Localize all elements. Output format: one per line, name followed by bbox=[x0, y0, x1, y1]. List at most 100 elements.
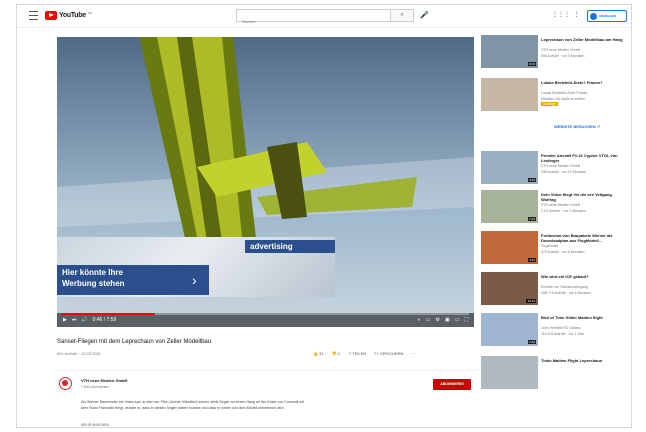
next-icon[interactable]: ⏭ bbox=[72, 317, 77, 323]
theater-icon[interactable]: ▭ bbox=[455, 317, 460, 323]
share-label: TEILEN bbox=[352, 351, 367, 356]
visit-website-button[interactable]: WEBSITE BESUCHEN ↗ bbox=[554, 124, 600, 129]
progress-fill bbox=[61, 313, 155, 315]
sidebar-channel-name: VTH neue Medien GmbH bbox=[541, 48, 581, 52]
fullscreen-icon[interactable]: ⛶ bbox=[464, 317, 468, 323]
settings-icon[interactable]: ⚙ bbox=[436, 317, 440, 323]
sidebar-video-views: 696 Aufrufe · vor 5 Monaten bbox=[541, 54, 585, 58]
more-icon[interactable]: ⋯ bbox=[411, 351, 415, 356]
search-icon[interactable]: ⌕ bbox=[390, 10, 413, 21]
video-thumbnail[interactable] bbox=[481, 78, 538, 111]
logo-text: YouTube bbox=[59, 12, 86, 19]
miniplayer-icon[interactable]: ▣ bbox=[445, 317, 450, 323]
sidebar-video-title[interactable]: Wie wird ein ICE gebaut? bbox=[541, 274, 623, 279]
duration-badge: 6:03 bbox=[528, 62, 536, 66]
sidebar-channel-name: VTH neue Medien GmbH bbox=[541, 203, 581, 207]
sidebar-video-item[interactable]: 4:12 Fortissimo von Baupakete Werner als … bbox=[479, 229, 629, 271]
sidebar-video-item[interactable]: 6:03 Leprechaun von Zeller Modellbau am H… bbox=[479, 33, 629, 75]
ad-text-box: Hier könnte Ihre Werbung stehen bbox=[57, 265, 209, 295]
dislike-button[interactable]: 👎 0 bbox=[332, 351, 340, 356]
video-thumbnail[interactable]: 3:42 bbox=[481, 151, 538, 184]
share-button[interactable]: ↗ TEILEN bbox=[348, 351, 366, 356]
sidebar-channel-name: Lokale Bretzfeld-Ärzte Frauen bbox=[541, 91, 588, 95]
like-button[interactable]: 👍 31 bbox=[313, 351, 324, 356]
video-player[interactable]: advertising Hier könnte Ihre Werbung ste… bbox=[57, 37, 474, 327]
time-display: 0:46 / 7:59 bbox=[92, 317, 117, 323]
channel-section: VTH neue Medien GmbH 7.840 Abonnenten AB… bbox=[57, 370, 477, 427]
sidebar-channel-name: Einstein vor Sonnenuntergang bbox=[541, 285, 589, 289]
sidebar-video-title[interactable]: Bird of Time Glider Maiden flight bbox=[541, 315, 623, 320]
channel-avatar[interactable] bbox=[59, 377, 72, 390]
play-logo-icon bbox=[45, 11, 57, 20]
like-count: 31 bbox=[319, 351, 324, 356]
chevron-right-icon: › bbox=[192, 272, 197, 288]
sidebar-video-title[interactable]: Leprechaun von Zeller Modellbau am Hang bbox=[541, 37, 623, 42]
ad-line-1: Hier könnte Ihre bbox=[62, 268, 123, 277]
sidebar-video-title[interactable]: Dein Video fliegt Vis die see Veltgang W… bbox=[541, 192, 623, 202]
sidebar-video-views: 114.203 Aufrufe · vor 1 Jahr bbox=[541, 332, 585, 336]
video-actions: 👍 31 👎 0 ↗ TEILEN ≡+ SPEICHERN ⋯ bbox=[313, 351, 415, 356]
sidebar-video-title[interactable]: Premier Aircraft FV-31 Cypher VTOL von L… bbox=[541, 153, 623, 163]
duration-badge: 7:24 bbox=[528, 217, 536, 221]
video-title: Sanset-Fliegen mit dem Leprechaun von Ze… bbox=[57, 339, 212, 345]
mic-icon[interactable]: 🎤 bbox=[420, 11, 429, 19]
video-description: Als Werner Baumeister ein Video sah, in … bbox=[81, 400, 304, 410]
ad-tag: advertising bbox=[245, 240, 335, 253]
show-more-link[interactable]: MEHR ANSEHEN bbox=[81, 423, 109, 427]
subscribe-button[interactable]: ABONNIEREN bbox=[433, 379, 471, 390]
video-thumbnail[interactable]: 2:42 bbox=[481, 313, 538, 346]
sidebar-channel-name: FlugModell bbox=[541, 244, 559, 248]
duration-badge: 3:42 bbox=[528, 178, 536, 182]
sidebar-channel-name: John Henfield RC Gliders bbox=[541, 326, 581, 330]
channel-name[interactable]: VTH neue Medien GmbH bbox=[81, 378, 127, 383]
play-icon[interactable]: ▶ bbox=[63, 317, 67, 323]
signin-label: ANMELDEN bbox=[599, 14, 616, 18]
sidebar-video-title[interactable]: Fortissimo von Baupakete Werner als Down… bbox=[541, 233, 623, 243]
ad-badge: Anzeige bbox=[541, 102, 558, 106]
sidebar-video-item[interactable]: 7:24 Dein Video fliegt Vis die see Veltga… bbox=[479, 188, 629, 230]
duration-badge: 10:13 bbox=[526, 299, 536, 303]
sidebar-video-item[interactable]: Tinko Maiden Flight Leprechaun bbox=[479, 354, 629, 396]
channel-subs: 7.840 Abonnenten bbox=[81, 385, 110, 389]
sidebar-video-views: 2,1K Aufrufe · vor 2 Monaten bbox=[541, 209, 586, 213]
top-bar: YouTube DE ⌕ 🎤 ⋮⋮⋮ ⋮ ANMELDEN bbox=[17, 5, 631, 28]
sidebar-video-title[interactable]: Lokale Bretzfeld-Ärzte? Frauen? bbox=[541, 80, 623, 85]
volume-icon[interactable]: 🔊 bbox=[81, 317, 87, 323]
save-button[interactable]: ≡+ SPEICHERN bbox=[374, 351, 403, 356]
video-thumbnail[interactable]: 10:13 bbox=[481, 272, 538, 305]
signin-button[interactable]: ANMELDEN bbox=[587, 10, 627, 22]
sidebar-video-views: 498.719 Aufrufe · vor 4 Monaten bbox=[541, 291, 592, 295]
logo-country: DE bbox=[87, 11, 92, 15]
sidebar-video-title[interactable]: Tinko Maiden Flight Leprechaun bbox=[541, 358, 623, 363]
search-box[interactable]: ⌕ bbox=[236, 9, 414, 27]
save-label: SPEICHERN bbox=[380, 351, 404, 356]
sidebar-video-item[interactable]: 2:42 Bird of Time Glider Maiden flight Joh… bbox=[479, 311, 629, 353]
sidebar-video-views: Möchten Sie Ärzte zu treffen bbox=[541, 97, 586, 101]
sidebar-video-views: 236 Aufrufe · vor 10 Monaten bbox=[541, 170, 587, 174]
player-controls: ▶ ⏭ 🔊 0:46 / 7:59 ◐ ▭ ⚙ ▣ ▭ ⛶ bbox=[57, 313, 474, 327]
sidebar-video-views: 479 Aufrufe · vor 6 Monaten bbox=[541, 250, 585, 254]
ad-line-2: Werbung stehen bbox=[62, 279, 125, 288]
menu-icon[interactable] bbox=[29, 11, 38, 20]
apps-icon[interactable]: ⋮⋮⋮ ⋮ bbox=[552, 11, 579, 18]
progress-bar[interactable] bbox=[61, 313, 469, 315]
sidebar-channel-name: VTH neue Medien GmbH bbox=[541, 164, 581, 168]
sidebar-video-item[interactable]: 3:42 Premier Aircraft FV-31 Cypher VTOL v… bbox=[479, 149, 629, 191]
video-thumbnail[interactable]: 7:24 bbox=[481, 190, 538, 223]
duration-badge: 4:12 bbox=[528, 258, 536, 262]
ad-overlay[interactable]: advertising Hier könnte Ihre Werbung ste… bbox=[57, 237, 335, 297]
search-input[interactable] bbox=[237, 16, 392, 27]
account-icon bbox=[590, 12, 597, 20]
sidebar-video-item[interactable]: Lokale Bretzfeld-Ärzte? Frauen? Lokale Br… bbox=[479, 76, 629, 148]
browser-frame: YouTube DE ⌕ 🎤 ⋮⋮⋮ ⋮ ANMELDEN bbox=[16, 4, 632, 428]
video-thumbnail[interactable]: 6:03 bbox=[481, 35, 538, 68]
dislike-count: 0 bbox=[337, 351, 340, 356]
duration-badge: 2:42 bbox=[528, 340, 536, 344]
video-thumbnail[interactable]: 4:12 bbox=[481, 231, 538, 264]
youtube-logo[interactable]: YouTube DE bbox=[45, 11, 92, 20]
autoplay-toggle[interactable]: ◐ bbox=[418, 317, 421, 323]
subtitles-icon[interactable]: ▭ bbox=[426, 317, 431, 323]
video-thumbnail[interactable] bbox=[481, 356, 538, 389]
sidebar-video-item[interactable]: 10:13 Wie wird ein ICE gebaut? Einstein vo… bbox=[479, 270, 629, 312]
video-views: 691 Aufrufe · 13.03.2021 bbox=[57, 351, 102, 356]
